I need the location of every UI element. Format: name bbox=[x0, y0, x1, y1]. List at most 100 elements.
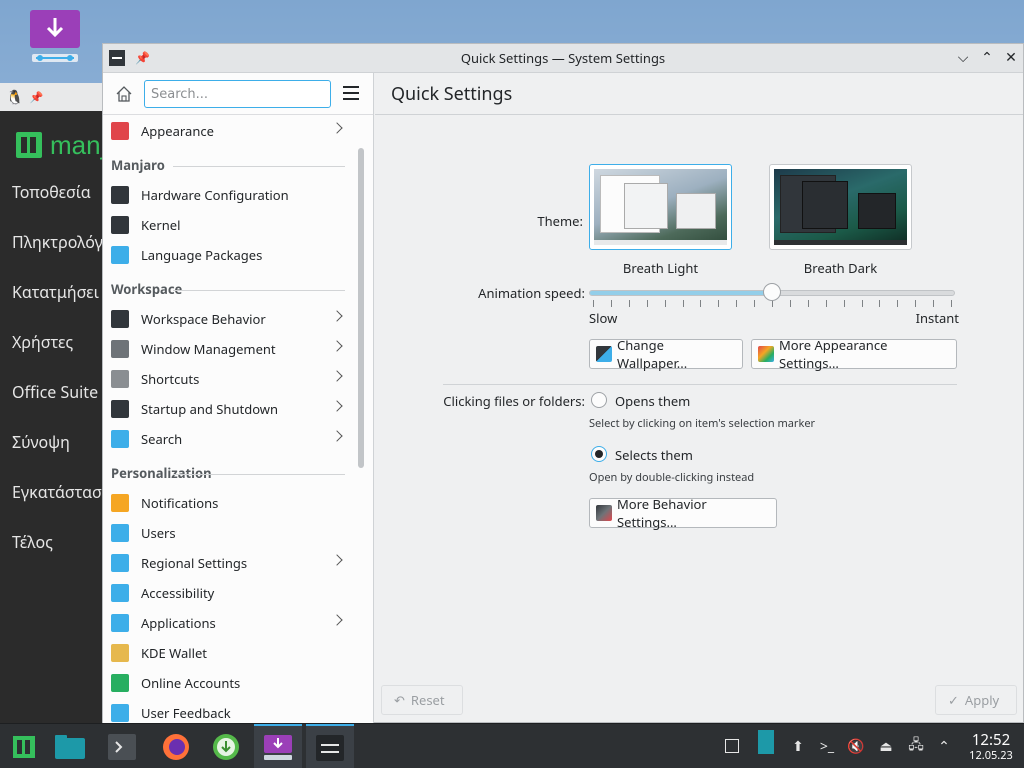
pin-icon[interactable]: 📌 bbox=[135, 49, 150, 66]
installer-step: Κατατμήσει bbox=[12, 281, 99, 303]
installer-step: Πληκτρολόγ bbox=[12, 231, 103, 253]
sidebar-section-header: Personalization bbox=[103, 454, 353, 488]
keyboard-icon bbox=[111, 370, 129, 388]
theme-name-breath-light: Breath Light bbox=[622, 259, 699, 277]
sidebar-item-label: Hardware Configuration bbox=[141, 186, 289, 204]
window-titlebar[interactable]: 📌 Quick Settings — System Settings ⌵ ⌃ ✕ bbox=[103, 44, 1023, 73]
slider-tick bbox=[772, 300, 773, 307]
sidebar-item-notifications[interactable]: Notifications bbox=[103, 488, 353, 518]
sidebar-item-label: Language Packages bbox=[141, 246, 263, 264]
maximize-button[interactable]: ⌃ bbox=[977, 48, 997, 67]
page-header: Quick Settings bbox=[375, 73, 1023, 115]
terminal-tray-icon[interactable]: >_ bbox=[817, 736, 837, 756]
feedback-icon bbox=[111, 704, 129, 722]
sidebar-item-search[interactable]: Search bbox=[103, 424, 353, 454]
sidebar-item-online-accounts[interactable]: Online Accounts bbox=[103, 668, 353, 698]
chevron-up-icon[interactable]: ⌃ bbox=[934, 736, 954, 756]
installer-titlebar: 🐧 📌 bbox=[0, 83, 110, 111]
selects-them-radio[interactable] bbox=[591, 446, 607, 462]
chevron-right-icon bbox=[331, 430, 343, 442]
desktop-installer-icon[interactable] bbox=[30, 10, 84, 70]
section-separator bbox=[443, 384, 957, 385]
users-icon bbox=[111, 524, 129, 542]
slider-tick bbox=[646, 300, 648, 307]
updates-icon[interactable]: ⬆ bbox=[788, 736, 808, 756]
sidebar-item-user-feedback[interactable]: User Feedback bbox=[103, 698, 353, 724]
taskbar-firefox[interactable] bbox=[152, 724, 200, 768]
reset-button[interactable]: ↶ Reset bbox=[381, 685, 463, 715]
sidebar-item-kde-wallet[interactable]: KDE Wallet bbox=[103, 638, 353, 668]
minimize-button[interactable]: ⌵ bbox=[953, 48, 973, 67]
animation-speed-slider-handle[interactable] bbox=[763, 283, 781, 301]
sidebar-item-users[interactable]: Users bbox=[103, 518, 353, 548]
window-icon bbox=[111, 340, 129, 358]
clipboard-icon[interactable] bbox=[756, 730, 776, 754]
sidebar-item-window-management[interactable]: Window Management bbox=[103, 334, 353, 364]
change-wallpaper-button[interactable]: Change Wallpaper... bbox=[589, 336, 743, 372]
sidebar-item-language-packages[interactable]: Language Packages bbox=[103, 240, 353, 270]
digital-clock[interactable]: 12:52 12.05.23 bbox=[962, 732, 1020, 763]
taskbar-system-settings[interactable] bbox=[306, 724, 354, 768]
sidebar-item-label: Window Management bbox=[141, 340, 276, 358]
sidebar-item-regional-settings[interactable]: Regional Settings bbox=[103, 548, 353, 578]
close-button[interactable]: ✕ bbox=[1001, 48, 1021, 67]
sidebar-item-label: Startup and Shutdown bbox=[141, 400, 279, 418]
more-behavior-settings-button[interactable]: More Behavior Settings... bbox=[589, 495, 777, 531]
theme-card-breath-light[interactable] bbox=[589, 164, 732, 250]
more-appearance-label: More Appearance Settings... bbox=[779, 336, 888, 372]
opens-them-label[interactable]: Opens them bbox=[615, 392, 690, 410]
application-launcher-button[interactable] bbox=[0, 724, 48, 768]
wallpaper-icon bbox=[596, 346, 612, 362]
more-behavior-label: More Behavior Settings... bbox=[617, 495, 707, 531]
language-icon bbox=[111, 246, 129, 264]
sidebar-item-accessibility[interactable]: Accessibility bbox=[103, 578, 353, 608]
pin-icon[interactable]: 📌 bbox=[29, 90, 43, 105]
volume-muted-icon[interactable]: 🔇 bbox=[846, 736, 866, 756]
regional-icon bbox=[111, 554, 129, 572]
selects-them-label[interactable]: Selects them bbox=[615, 446, 693, 464]
page-title: Quick Settings bbox=[391, 81, 513, 106]
more-appearance-settings-button[interactable]: More Appearance Settings... bbox=[751, 336, 957, 372]
slider-tick bbox=[825, 300, 827, 307]
sidebar-item-applications[interactable]: Applications bbox=[103, 608, 353, 638]
taskbar-file-manager[interactable] bbox=[46, 724, 94, 768]
apply-button[interactable]: ✓ Apply bbox=[935, 685, 1017, 715]
sidebar-item-workspace-behavior[interactable]: Workspace Behavior bbox=[103, 304, 353, 334]
opens-them-radio[interactable] bbox=[591, 392, 607, 408]
search-input[interactable] bbox=[144, 80, 331, 108]
hamburger-menu-button[interactable] bbox=[343, 86, 359, 100]
sidebar-item-hardware-configuration[interactable]: Hardware Configuration bbox=[103, 180, 353, 210]
sidebar-item-shortcuts[interactable]: Shortcuts bbox=[103, 364, 353, 394]
usb-device-icon[interactable]: ⏏ bbox=[876, 736, 896, 756]
sidebar-item-kernel[interactable]: Kernel bbox=[103, 210, 353, 240]
sidebar-item-appearance[interactable]: Appearance bbox=[103, 116, 353, 146]
slider-tick bbox=[718, 300, 720, 307]
home-button[interactable] bbox=[113, 83, 135, 105]
chevron-right-icon bbox=[331, 310, 343, 322]
chevron-right-icon bbox=[331, 370, 343, 382]
sidebar-item-label: Shortcuts bbox=[141, 370, 200, 388]
slider-min-label: Slow bbox=[589, 309, 618, 327]
sidebar-section-label: Workspace bbox=[111, 280, 183, 298]
clicking-files-label: Clicking files or folders: bbox=[443, 392, 585, 410]
reset-label: Reset bbox=[410, 691, 445, 709]
sidebar-item-label: Appearance bbox=[141, 122, 214, 140]
taskbar-terminal[interactable] bbox=[98, 724, 146, 768]
slider-tick bbox=[682, 300, 684, 307]
manjaro-launcher-icon bbox=[13, 735, 35, 758]
taskbar-installer[interactable] bbox=[254, 724, 302, 768]
taskbar: ⬆ >_ 🔇 ⏏ 🖧 ⌃ 12:52 12.05.23 bbox=[0, 723, 1024, 768]
theme-card-breath-dark[interactable] bbox=[769, 164, 912, 250]
sidebar-item-startup-and-shutdown[interactable]: Startup and Shutdown bbox=[103, 394, 353, 424]
sidebar: Appearance Manjaro Hardware Configuration K… bbox=[103, 73, 374, 724]
installer-step: Σύνοψη bbox=[12, 431, 70, 453]
installer-step: Εγκατάστασ bbox=[12, 481, 102, 503]
sidebar-scrollbar[interactable] bbox=[358, 148, 364, 468]
slider-tick bbox=[915, 300, 917, 307]
network-icon[interactable]: 🖧 bbox=[906, 735, 926, 756]
show-desktop-icon[interactable] bbox=[722, 736, 742, 756]
sidebar-item-label: Regional Settings bbox=[141, 554, 248, 572]
installer-icon bbox=[264, 734, 292, 760]
window-title: Quick Settings — System Settings bbox=[460, 49, 666, 67]
taskbar-downloader[interactable] bbox=[202, 724, 250, 768]
